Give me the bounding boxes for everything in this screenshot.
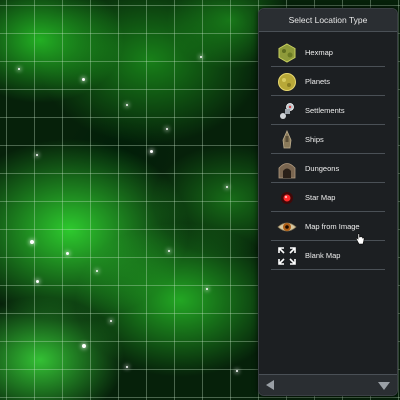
star [18,68,20,70]
list-item-ships[interactable]: Ships [271,126,385,154]
star [166,128,168,130]
star [236,370,238,372]
list-item-label: Blank Map [305,251,341,260]
star [110,320,112,322]
list-item-label: Star Map [305,193,336,202]
star [36,280,39,283]
panel-footer [259,374,397,395]
scroll-down-arrow-icon[interactable] [378,382,390,390]
star-map-icon [277,188,297,208]
location-type-list: Hexmap Planets Settlements Ships Dungeon [271,39,385,271]
settlement-icon [277,101,297,121]
ship-icon [277,129,297,150]
star [96,270,98,272]
list-item-blank-map[interactable]: Blank Map [271,242,385,270]
hand-cursor-icon [355,232,365,250]
scroll-left-arrow-icon[interactable] [266,380,274,390]
star [126,366,128,368]
star [168,250,170,252]
star [82,78,85,81]
dungeon-icon [277,159,297,179]
star [206,288,208,290]
hexmap-icon [277,42,297,63]
list-item-label: Hexmap [305,48,333,57]
expand-icon [277,246,297,266]
eye-icon [277,217,297,237]
list-item-label: Ships [305,135,324,144]
star [226,186,228,188]
star [200,56,202,58]
planet-icon [277,72,297,92]
location-type-panel: Select Location Type Hexmap Planets Sett… [258,8,398,396]
panel-title: Select Location Type [259,9,397,32]
list-item-map-from-image[interactable]: Map from Image [271,213,385,241]
star [30,240,34,244]
list-item-star-map[interactable]: Star Map [271,184,385,212]
list-item-hexmap[interactable]: Hexmap [271,39,385,67]
star [82,344,86,348]
star [66,252,69,255]
list-item-label: Settlements [305,106,345,115]
list-item-label: Map from Image [305,222,360,231]
list-item-planets[interactable]: Planets [271,68,385,96]
star [150,150,153,153]
star [126,104,128,106]
star [36,154,38,156]
list-item-settlements[interactable]: Settlements [271,97,385,125]
list-item-label: Planets [305,77,331,86]
list-item-dungeons[interactable]: Dungeons [271,155,385,183]
list-item-label: Dungeons [305,164,340,173]
